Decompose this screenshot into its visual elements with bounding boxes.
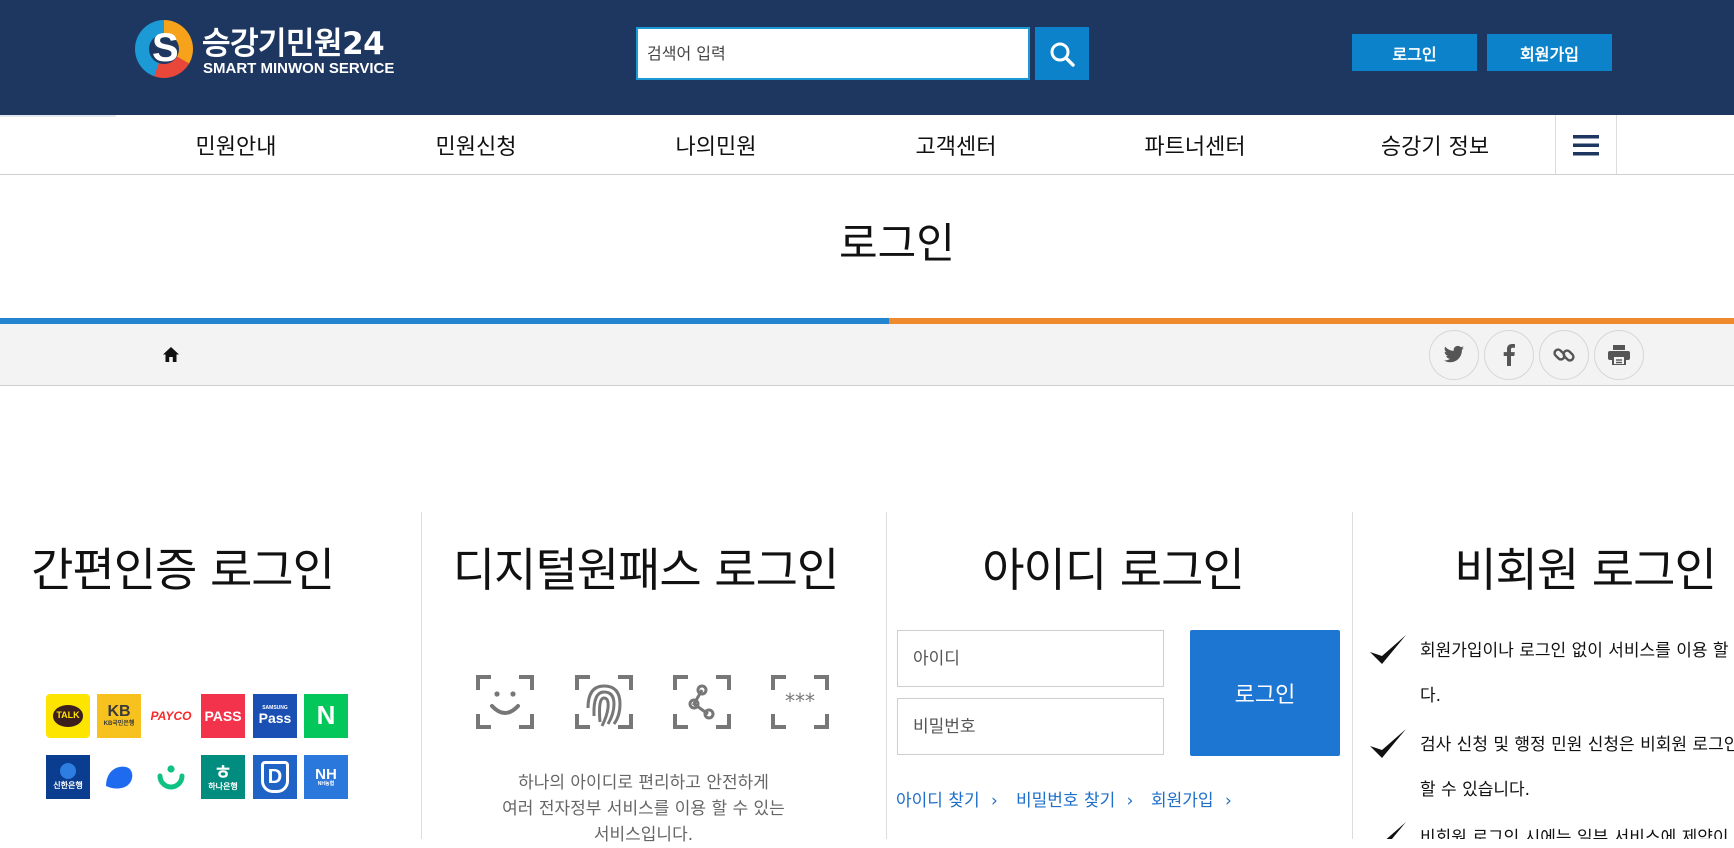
hamburger-icon bbox=[1573, 134, 1599, 155]
note-line: 다. bbox=[1420, 686, 1442, 706]
nav-item-my-minwon[interactable]: 나의민원 bbox=[611, 115, 821, 174]
join-link[interactable]: 회원가입 › bbox=[1151, 786, 1232, 811]
face-scan-icon[interactable] bbox=[475, 674, 535, 730]
d-shield-icon[interactable]: D bbox=[253, 755, 297, 799]
header-join-button[interactable]: 회원가입 bbox=[1487, 34, 1612, 71]
twitter-share-button[interactable] bbox=[1429, 330, 1479, 380]
svg-text:***: *** bbox=[785, 689, 815, 713]
description-line: 여러 전자정부 서비스를 이용 할 수 있는 bbox=[502, 799, 785, 819]
find-id-label: 아이디 찾기 bbox=[896, 791, 980, 811]
login-button[interactable]: 로그인 bbox=[1190, 630, 1340, 756]
hana-bank-icon[interactable]: ㅎ 하나은행 bbox=[201, 755, 245, 799]
non-member-section: 비회원 로그인 회원가입이나 로그인 없이 서비스를 이용 할 수 다. 검사 … bbox=[1352, 512, 1734, 839]
join-label: 회원가입 bbox=[1151, 791, 1214, 811]
nav-item-elevator-info[interactable]: 승강기 정보 bbox=[1330, 115, 1540, 174]
payco-icon[interactable]: PAYCO bbox=[149, 694, 193, 738]
simple-auth-section: 간편인증 로그인 TALK KB KB국민은행 PAYCO PASS SAMSU… bbox=[0, 512, 421, 839]
nh-bank-icon[interactable]: NH NH농협 bbox=[304, 755, 348, 799]
chevron-right-icon: › bbox=[991, 791, 998, 811]
nav-item-apply[interactable]: 민원신청 bbox=[371, 115, 581, 174]
chevron-right-icon: › bbox=[1126, 791, 1134, 811]
site-logo[interactable]: S 승강기민원24 SMART MINWON SERVICE bbox=[135, 18, 395, 80]
header-login-button[interactable]: 로그인 bbox=[1352, 34, 1477, 71]
page-title: 로그인 bbox=[839, 219, 955, 268]
id-login-title: 아이디 로그인 bbox=[982, 543, 1245, 597]
logo-mark-icon: S bbox=[135, 20, 193, 78]
main-nav: 민원안내 민원신청 나의민원 고객센터 파트너센터 승강기 정보 bbox=[0, 115, 1734, 175]
print-button[interactable] bbox=[1594, 330, 1644, 380]
search-icon bbox=[1050, 42, 1075, 67]
pass-icon[interactable]: PASS bbox=[201, 694, 245, 738]
digital-onepass-section: 디지털원패스 로그인 *** 하나의 아이디로 편리하고 안전하게 여러 전자정… bbox=[421, 512, 886, 845]
non-member-note: 비회원 로그인 시에는 일부 서비스에 제약이 있 bbox=[1420, 816, 1734, 839]
note-line: 검사 신청 및 행정 민원 신청은 비회원 로그인으 bbox=[1420, 735, 1734, 755]
breadcrumb bbox=[0, 324, 1734, 386]
pin-icon[interactable]: *** bbox=[770, 674, 830, 730]
id-login-section: 아이디 로그인 로그인 아이디 찾기 › 비밀번호 찾기 › 회원가입 › bbox=[886, 512, 1352, 839]
toss-icon[interactable] bbox=[97, 755, 141, 799]
menu-button[interactable] bbox=[1555, 115, 1617, 174]
chevron-right-icon: › bbox=[1224, 791, 1232, 811]
kakao-talk-icon[interactable]: TALK bbox=[46, 694, 90, 738]
id-field[interactable] bbox=[897, 630, 1164, 687]
description-line: 서비스입니다. bbox=[593, 825, 694, 845]
digital-onepass-description: 하나의 아이디로 편리하고 안전하게 여러 전자정부 서비스를 이용 할 수 있… bbox=[411, 770, 876, 848]
note-line: 회원가입이나 로그인 없이 서비스를 이용 할 수 bbox=[1420, 641, 1734, 661]
home-icon[interactable] bbox=[162, 346, 180, 364]
nav-item-guide[interactable]: 민원안내 bbox=[131, 115, 341, 174]
simple-auth-title: 간편인증 로그인 bbox=[31, 543, 335, 597]
kb-bank-icon[interactable]: KB KB국민은행 bbox=[97, 694, 141, 738]
naver-icon[interactable]: N bbox=[304, 694, 348, 738]
note-line: 할 수 있습니다. bbox=[1420, 780, 1531, 800]
top-header: S 승강기민원24 SMART MINWON SERVICE 로그인 회원가입 bbox=[0, 0, 1734, 115]
banksalad-icon[interactable] bbox=[149, 755, 193, 799]
check-icon bbox=[1370, 635, 1406, 664]
find-password-link[interactable]: 비밀번호 찾기 › bbox=[1016, 786, 1133, 811]
search-field[interactable] bbox=[636, 27, 1030, 80]
non-member-note: 검사 신청 및 행정 민원 신청은 비회원 로그인으 할 수 있습니다. bbox=[1420, 723, 1734, 813]
non-member-title: 비회원 로그인 bbox=[1454, 543, 1717, 597]
id-input[interactable] bbox=[898, 631, 1163, 686]
pattern-icon[interactable] bbox=[672, 674, 732, 730]
samsung-pass-icon[interactable]: SAMSUNG Pass bbox=[253, 694, 297, 738]
note-line: 비회원 로그인 시에는 일부 서비스에 제약이 있 bbox=[1420, 828, 1734, 839]
facebook-icon bbox=[1503, 344, 1515, 366]
print-icon bbox=[1608, 345, 1630, 365]
find-password-label: 비밀번호 찾기 bbox=[1016, 791, 1116, 811]
description-line: 하나의 아이디로 편리하고 안전하게 bbox=[518, 773, 769, 793]
check-icon bbox=[1370, 729, 1406, 758]
logo-subtitle: SMART MINWON SERVICE bbox=[203, 60, 395, 77]
non-member-note: 회원가입이나 로그인 없이 서비스를 이용 할 수 다. bbox=[1420, 629, 1734, 719]
password-field[interactable] bbox=[897, 698, 1164, 755]
nav-accent-line bbox=[0, 115, 116, 117]
check-icon bbox=[1370, 822, 1406, 839]
logo-title: 승강기민원24 bbox=[202, 26, 385, 62]
toss-logo-icon bbox=[106, 766, 133, 789]
nav-item-customer-center[interactable]: 고객센터 bbox=[851, 115, 1061, 174]
copy-link-button[interactable] bbox=[1539, 330, 1589, 380]
fingerprint-icon[interactable] bbox=[574, 674, 634, 730]
nav-item-partner-center[interactable]: 파트너센터 bbox=[1090, 115, 1300, 174]
banksalad-logo-icon bbox=[157, 765, 185, 790]
search-input[interactable] bbox=[638, 29, 1028, 78]
password-input[interactable] bbox=[898, 699, 1163, 754]
facebook-share-button[interactable] bbox=[1484, 330, 1534, 380]
twitter-icon bbox=[1443, 345, 1465, 363]
search-button[interactable] bbox=[1035, 27, 1089, 80]
link-icon bbox=[1553, 348, 1575, 362]
shinhan-bank-icon[interactable]: 신한은행 bbox=[46, 755, 90, 799]
digital-onepass-title: 디지털원패스 로그인 bbox=[452, 543, 840, 597]
find-id-link[interactable]: 아이디 찾기 › bbox=[896, 786, 998, 811]
